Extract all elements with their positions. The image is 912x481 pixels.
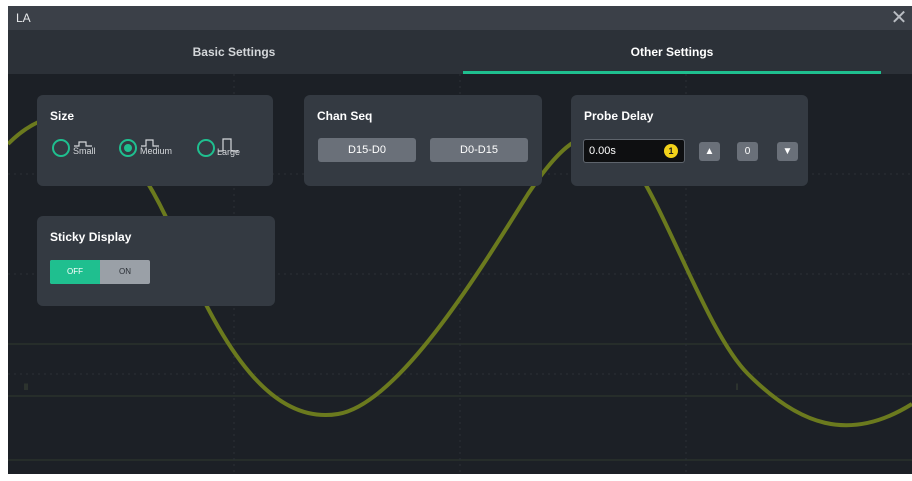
- probe-delay-input[interactable]: 0.00s 1: [583, 139, 685, 163]
- arrow-up-icon[interactable]: ▲: [699, 142, 720, 161]
- size-small-radio[interactable]: [52, 139, 70, 157]
- size-panel: Size Small Medium Large: [37, 95, 273, 186]
- sticky-display-title: Sticky Display: [50, 230, 132, 244]
- size-medium-option[interactable]: Medium: [140, 138, 172, 156]
- svg-text:l: l: [736, 382, 738, 392]
- step-value-button[interactable]: 0: [737, 142, 758, 161]
- sticky-display-panel: Sticky Display OFF ON: [37, 216, 275, 306]
- chan-seq-d0-d15-button[interactable]: D0-D15: [430, 138, 528, 162]
- size-large-label: Large: [217, 147, 241, 157]
- size-large-radio[interactable]: [197, 139, 215, 157]
- size-title: Size: [50, 109, 75, 123]
- toggle-on-option[interactable]: ON: [100, 260, 150, 284]
- arrow-down-icon[interactable]: ▼: [777, 142, 798, 161]
- size-large-option[interactable]: Large: [217, 138, 240, 157]
- size-small-label: Small: [73, 146, 96, 156]
- chan-seq-panel: Chan Seq D15-D0 D0-D15: [304, 95, 542, 186]
- tab-bar: Basic Settings Other Settings: [8, 30, 912, 74]
- probe-delay-title: Probe Delay: [584, 109, 654, 123]
- knob-icon: 1: [664, 144, 678, 158]
- title-bar: LA ✕: [8, 6, 912, 30]
- probe-delay-panel: Probe Delay 0.00s 1 ▲ 0 ▼: [571, 95, 808, 186]
- size-medium-radio[interactable]: [119, 139, 137, 157]
- chan-seq-title: Chan Seq: [317, 109, 373, 123]
- probe-delay-value: 0.00s: [589, 145, 616, 157]
- size-medium-label: Medium: [140, 146, 173, 156]
- la-dialog: LA ✕ Basic Settings Other Settings ll l …: [8, 6, 912, 474]
- toggle-off-option[interactable]: OFF: [50, 260, 100, 284]
- tab-other-settings[interactable]: Other Settings: [463, 30, 881, 74]
- size-small-option[interactable]: Small: [73, 138, 96, 156]
- tab-basic-settings[interactable]: Basic Settings: [8, 30, 460, 74]
- chan-seq-d15-d0-button[interactable]: D15-D0: [318, 138, 416, 162]
- svg-text:ll: ll: [24, 382, 28, 392]
- close-icon[interactable]: ✕: [888, 6, 910, 30]
- sticky-display-toggle[interactable]: OFF ON: [50, 260, 150, 284]
- window-title: LA: [16, 11, 31, 25]
